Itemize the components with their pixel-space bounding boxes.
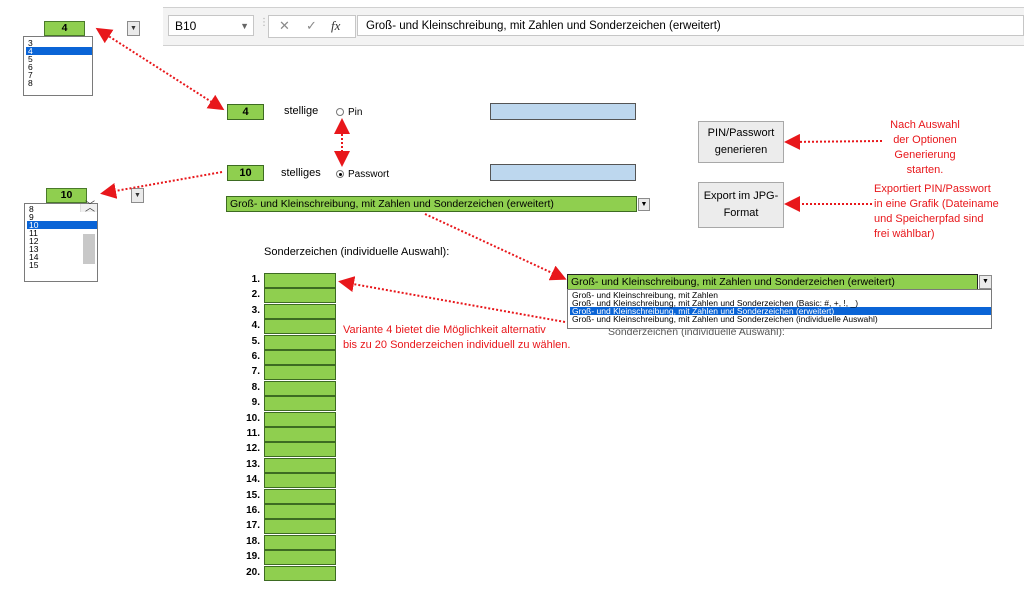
- arrow-variant: [424, 213, 567, 281]
- arrow-password-dropdown: [100, 171, 223, 199]
- arrow-generate: [784, 133, 883, 150]
- annotation-arrows: [95, 27, 883, 323]
- arrow-rows: [338, 276, 566, 323]
- arrow-pin-dropdown: [95, 27, 225, 111]
